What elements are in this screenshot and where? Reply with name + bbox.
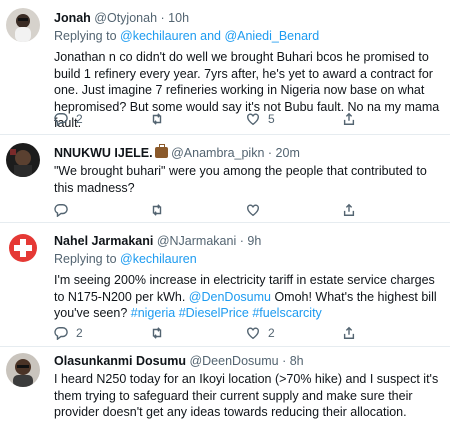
timestamp[interactable]: 20m: [276, 146, 300, 160]
share-icon: [343, 203, 355, 216]
mention-link[interactable]: @DenDosumu: [189, 290, 271, 304]
reply-count: 2: [76, 112, 83, 126]
author-handle[interactable]: @Anambra_pikn: [171, 146, 264, 160]
avatar[interactable]: [6, 353, 40, 387]
author-handle[interactable]: @NJarmakani: [157, 234, 236, 248]
like-count: 2: [268, 326, 275, 340]
author-handle[interactable]: @DeenDosumu: [189, 354, 278, 368]
separator: ·: [160, 11, 165, 25]
author-name[interactable]: Nahel Jarmakani: [54, 234, 153, 248]
heart-icon: [247, 327, 259, 340]
share-icon: [343, 112, 355, 125]
reply-count: 2: [76, 326, 83, 340]
heart-icon: [247, 204, 259, 217]
separator: ·: [239, 234, 244, 248]
reply-icon: [54, 204, 68, 217]
timestamp[interactable]: 9h: [247, 234, 261, 248]
share-button[interactable]: [342, 203, 438, 217]
timestamp[interactable]: 8h: [290, 354, 304, 368]
reply-icon: [54, 113, 68, 126]
author-name[interactable]: Jonah: [54, 11, 91, 25]
like-button[interactable]: 2: [246, 326, 342, 340]
reply-mentions[interactable]: @kechilauren: [120, 252, 197, 266]
tweet-2[interactable]: NNUKWU IJELE. @Anambra_pikn · 20m "We br…: [0, 135, 450, 223]
separator: ·: [282, 354, 287, 368]
avatar[interactable]: [6, 143, 40, 177]
author-name[interactable]: Olasunkanmi Dosumu: [54, 354, 186, 368]
timestamp[interactable]: 10h: [168, 11, 189, 25]
tweet-text: I'm seeing 200% increase in electricity …: [54, 272, 442, 322]
tweet-3[interactable]: Nahel Jarmakani @NJarmakani · 9h Replyin…: [0, 223, 450, 347]
like-button[interactable]: [246, 203, 342, 217]
tweet-4[interactable]: Olasunkanmi Dosumu @DeenDosumu · 8h I he…: [0, 347, 450, 422]
tweet-text: I heard N250 today for an Ikoyi location…: [54, 372, 439, 419]
retweet-icon: [152, 113, 162, 125]
tweet-1[interactable]: Jonah @Otyjonah · 10h Replying to @kechi…: [0, 0, 450, 135]
retweet-icon: [152, 327, 162, 339]
reply-icon: [54, 327, 68, 340]
replying-to-label: Replying to: [54, 29, 117, 43]
avatar[interactable]: [6, 231, 40, 265]
retweet-icon: [152, 204, 162, 216]
separator: ·: [267, 146, 273, 160]
reply-button[interactable]: 2: [54, 112, 150, 126]
tweet-text: "We brought buhari" were you among the p…: [54, 164, 427, 195]
reply-button[interactable]: [54, 203, 150, 217]
share-button[interactable]: [342, 112, 438, 126]
retweet-button[interactable]: [150, 112, 246, 126]
avatar[interactable]: [6, 8, 40, 42]
like-count: 5: [268, 112, 275, 126]
replying-to-label: Replying to: [54, 252, 117, 266]
heart-icon: [247, 113, 259, 126]
hashtag-links[interactable]: #nigeria #DieselPrice #fuelscarcity: [131, 306, 322, 320]
reply-button[interactable]: 2: [54, 326, 150, 340]
reply-mentions[interactable]: @kechilauren and @Aniedi_Benard: [120, 29, 319, 43]
share-button[interactable]: [342, 326, 438, 340]
briefcase-icon: [154, 144, 168, 158]
author-handle[interactable]: @Otyjonah: [94, 11, 157, 25]
retweet-button[interactable]: [150, 326, 246, 340]
retweet-button[interactable]: [150, 203, 246, 217]
share-icon: [343, 326, 355, 339]
like-button[interactable]: 5: [246, 112, 342, 126]
author-name[interactable]: NNUKWU IJELE.: [54, 146, 153, 160]
